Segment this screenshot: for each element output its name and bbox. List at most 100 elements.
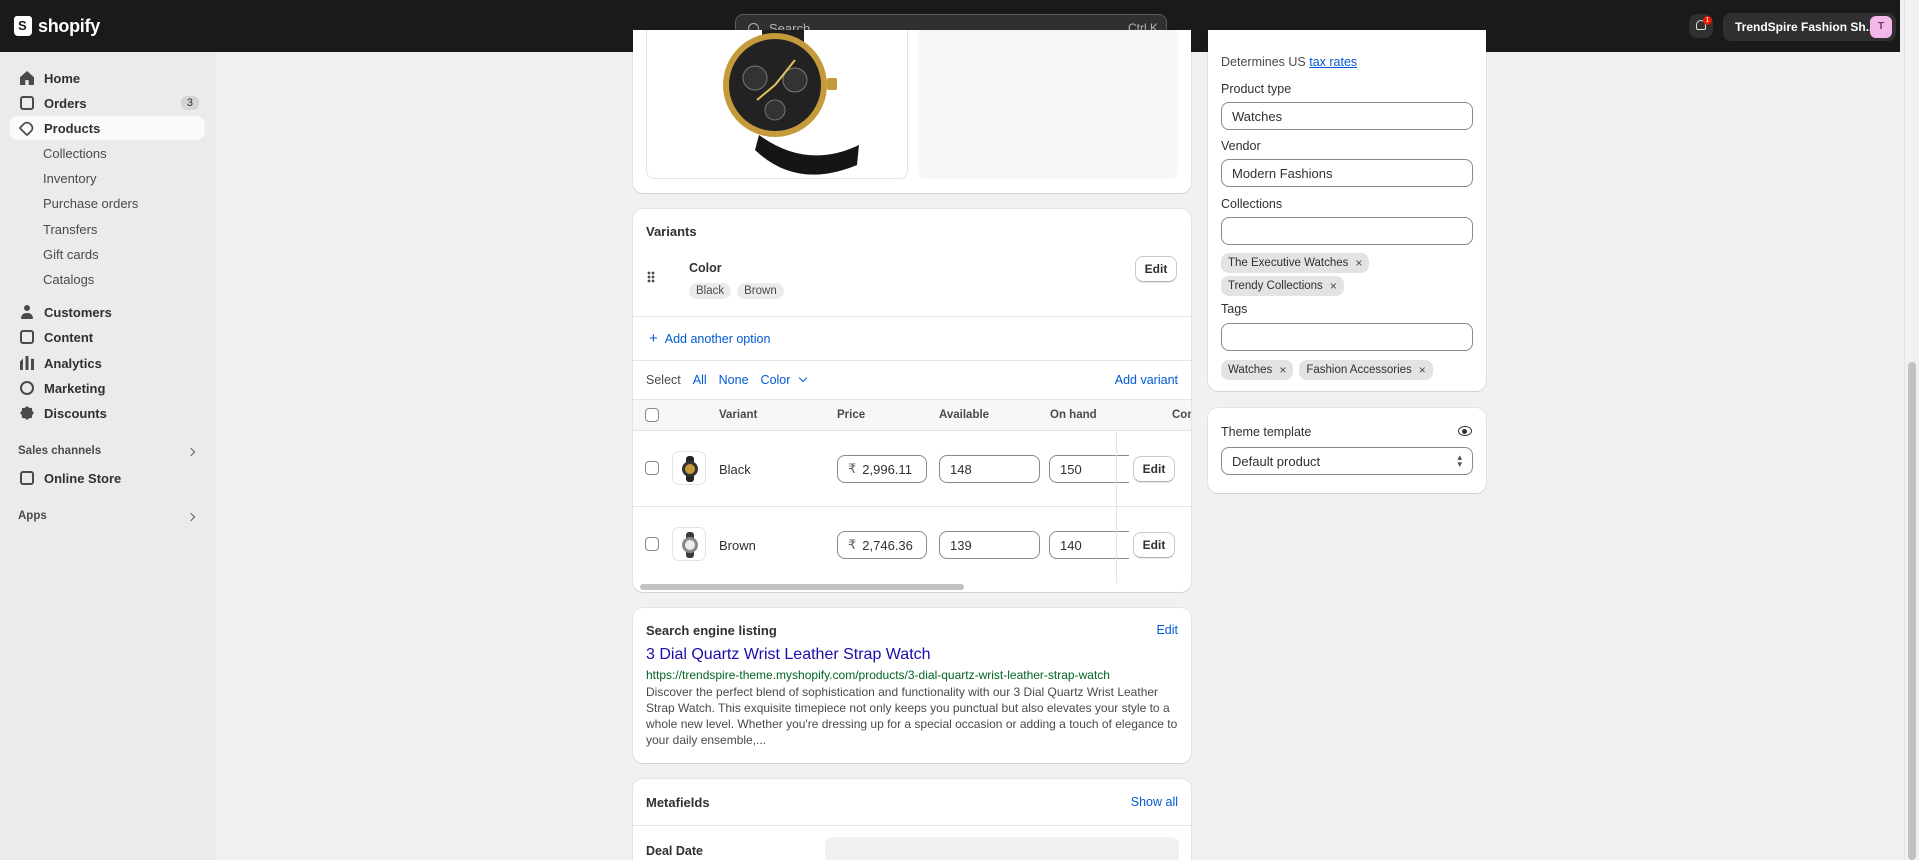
price-value: 2,746.36 (862, 537, 913, 553)
sidebar-item-products[interactable]: Products (10, 116, 205, 140)
sidebar-item-discounts[interactable]: Discounts (10, 401, 205, 425)
orders-count-badge: 3 (180, 96, 199, 110)
product-tag-label: Watches (1228, 364, 1273, 376)
notifications-button[interactable]: 1 (1689, 14, 1713, 38)
chevron-right-icon (186, 512, 196, 522)
horizontal-scrollbar[interactable] (640, 584, 964, 590)
sidebar-item-label: Inventory (43, 170, 97, 186)
collections-input[interactable] (1221, 217, 1473, 245)
sidebar-item-content[interactable]: Content (10, 325, 205, 349)
row-checkbox[interactable] (645, 537, 659, 551)
add-option-label: Add another option (664, 331, 771, 346)
page-scrollbar[interactable] (1904, 0, 1919, 860)
eye-icon[interactable] (1458, 426, 1472, 436)
sidebar-item-online-store[interactable]: Online Store (10, 466, 205, 490)
price-input[interactable]: ₹ 2,746.36 (837, 531, 927, 559)
sidebar-item-label: Products (44, 120, 101, 136)
tax-rates-link[interactable]: tax rates (1309, 55, 1357, 69)
marketing-icon (20, 381, 34, 395)
collection-tags: Trendy Collections × (1221, 276, 1350, 296)
price-value: 2,996.11 (862, 461, 912, 477)
remove-icon[interactable]: × (1330, 279, 1337, 293)
currency-symbol: ₹ (848, 537, 857, 552)
watch-image (723, 30, 859, 175)
collection-tag: Trendy Collections × (1221, 276, 1344, 296)
home-icon (20, 71, 34, 85)
shopify-bag-icon (14, 16, 32, 36)
row-checkbox[interactable] (645, 461, 659, 475)
scrollbar-thumb[interactable] (1908, 362, 1916, 860)
metafields-title: Metafields (646, 795, 710, 810)
vendor-label: Vendor (1221, 139, 1261, 153)
metafield-value-input[interactable] (825, 837, 1179, 860)
select-all-link[interactable]: All (693, 373, 707, 387)
apps-header[interactable]: Apps (18, 510, 198, 522)
collection-tag: The Executive Watches × (1221, 253, 1370, 273)
theme-template-select[interactable]: Default product ▴ ▾ (1221, 447, 1473, 475)
watch-icon (682, 456, 698, 482)
sidebar-item-label: Collections (43, 145, 107, 161)
shopify-logo[interactable]: shopify (14, 16, 100, 37)
option-value-chip: Black (689, 283, 732, 299)
notification-count: 1 (1703, 16, 1712, 25)
store-icon (20, 471, 34, 485)
remove-icon[interactable]: × (1355, 256, 1362, 270)
sidebar-item-label: Content (44, 329, 94, 345)
sidebar-item-customers[interactable]: Customers (10, 300, 205, 324)
tags-input[interactable] (1221, 323, 1473, 351)
theme-template-card: Theme template Default product ▴ ▾ (1208, 408, 1486, 493)
sidebar-item-home[interactable]: Home (10, 66, 205, 90)
remove-icon[interactable]: × (1279, 363, 1286, 377)
sidebar-item-label: Orders (44, 95, 87, 111)
vendor-input[interactable]: Modern Fashions (1221, 159, 1473, 187)
add-option-link[interactable]: + Add another option (649, 330, 770, 347)
metafields-card: Metafields Show all Deal Date (633, 779, 1191, 860)
watch-icon (682, 532, 698, 558)
select-all-checkbox[interactable] (645, 408, 659, 422)
remove-icon[interactable]: × (1419, 363, 1426, 377)
store-menu-button[interactable]: TrendSpire Fashion Sh... T (1723, 13, 1896, 41)
price-input[interactable]: ₹ 2,996.11 (837, 455, 927, 483)
on-hand-value: 140 (1060, 537, 1082, 553)
available-value: 148 (950, 461, 972, 477)
person-icon (20, 305, 34, 319)
add-variant-link[interactable]: Add variant (1115, 373, 1178, 387)
on-hand-input[interactable]: 140 (1049, 531, 1129, 559)
sidebar-item-purchase-orders[interactable]: Purchase orders (10, 191, 205, 215)
sidebar-item-label: Online Store (44, 470, 122, 486)
seo-card: Search engine listing Edit 3 Dial Quartz… (633, 608, 1191, 763)
sidebar-item-collections[interactable]: Collections (10, 141, 205, 165)
select-none-link[interactable]: None (719, 373, 749, 387)
edit-variant-button[interactable]: Edit (1133, 456, 1175, 482)
available-input[interactable]: 148 (939, 455, 1040, 483)
sidebar-item-marketing[interactable]: Marketing (10, 376, 205, 400)
sidebar-item-catalogs[interactable]: Catalogs (10, 267, 205, 291)
seo-page-title: 3 Dial Quartz Wrist Leather Strap Watch (646, 646, 931, 663)
on-hand-input[interactable]: 150 (1049, 455, 1129, 483)
variant-thumbnail (672, 451, 706, 485)
show-all-link[interactable]: Show all (1131, 795, 1178, 809)
sidebar-item-orders[interactable]: Orders 3 (10, 91, 205, 115)
drag-handle-icon[interactable] (647, 271, 655, 283)
sidebar-item-label: Transfers (43, 221, 98, 237)
sticky-column-divider (1116, 507, 1117, 583)
sidebar-item-analytics[interactable]: Analytics (10, 351, 205, 375)
product-type-label: Product type (1221, 82, 1292, 96)
sidebar-item-transfers[interactable]: Transfers (10, 217, 205, 241)
table-row[interactable]: Black ₹ 2,996.11 148 150 Edit (633, 431, 1191, 507)
sidebar-item-gift-cards[interactable]: Gift cards (10, 242, 205, 266)
edit-option-button[interactable]: Edit (1135, 256, 1177, 282)
sales-channels-header[interactable]: Sales channels (18, 445, 198, 457)
table-row[interactable]: Brown ₹ 2,746.36 139 140 Edit (633, 507, 1191, 583)
product-type-input[interactable]: Watches (1221, 102, 1473, 130)
media-dropzone[interactable] (918, 30, 1178, 179)
product-image-frame[interactable] (646, 30, 908, 179)
seo-edit-link[interactable]: Edit (1156, 623, 1178, 637)
select-color-dropdown[interactable]: Color (761, 373, 808, 387)
edit-variant-button[interactable]: Edit (1133, 532, 1175, 558)
available-input[interactable]: 139 (939, 531, 1040, 559)
store-name: TrendSpire Fashion Sh... (1735, 20, 1870, 34)
divider (633, 825, 1191, 826)
sidebar-item-label: Analytics (44, 355, 102, 371)
sidebar-item-inventory[interactable]: Inventory (10, 166, 205, 190)
